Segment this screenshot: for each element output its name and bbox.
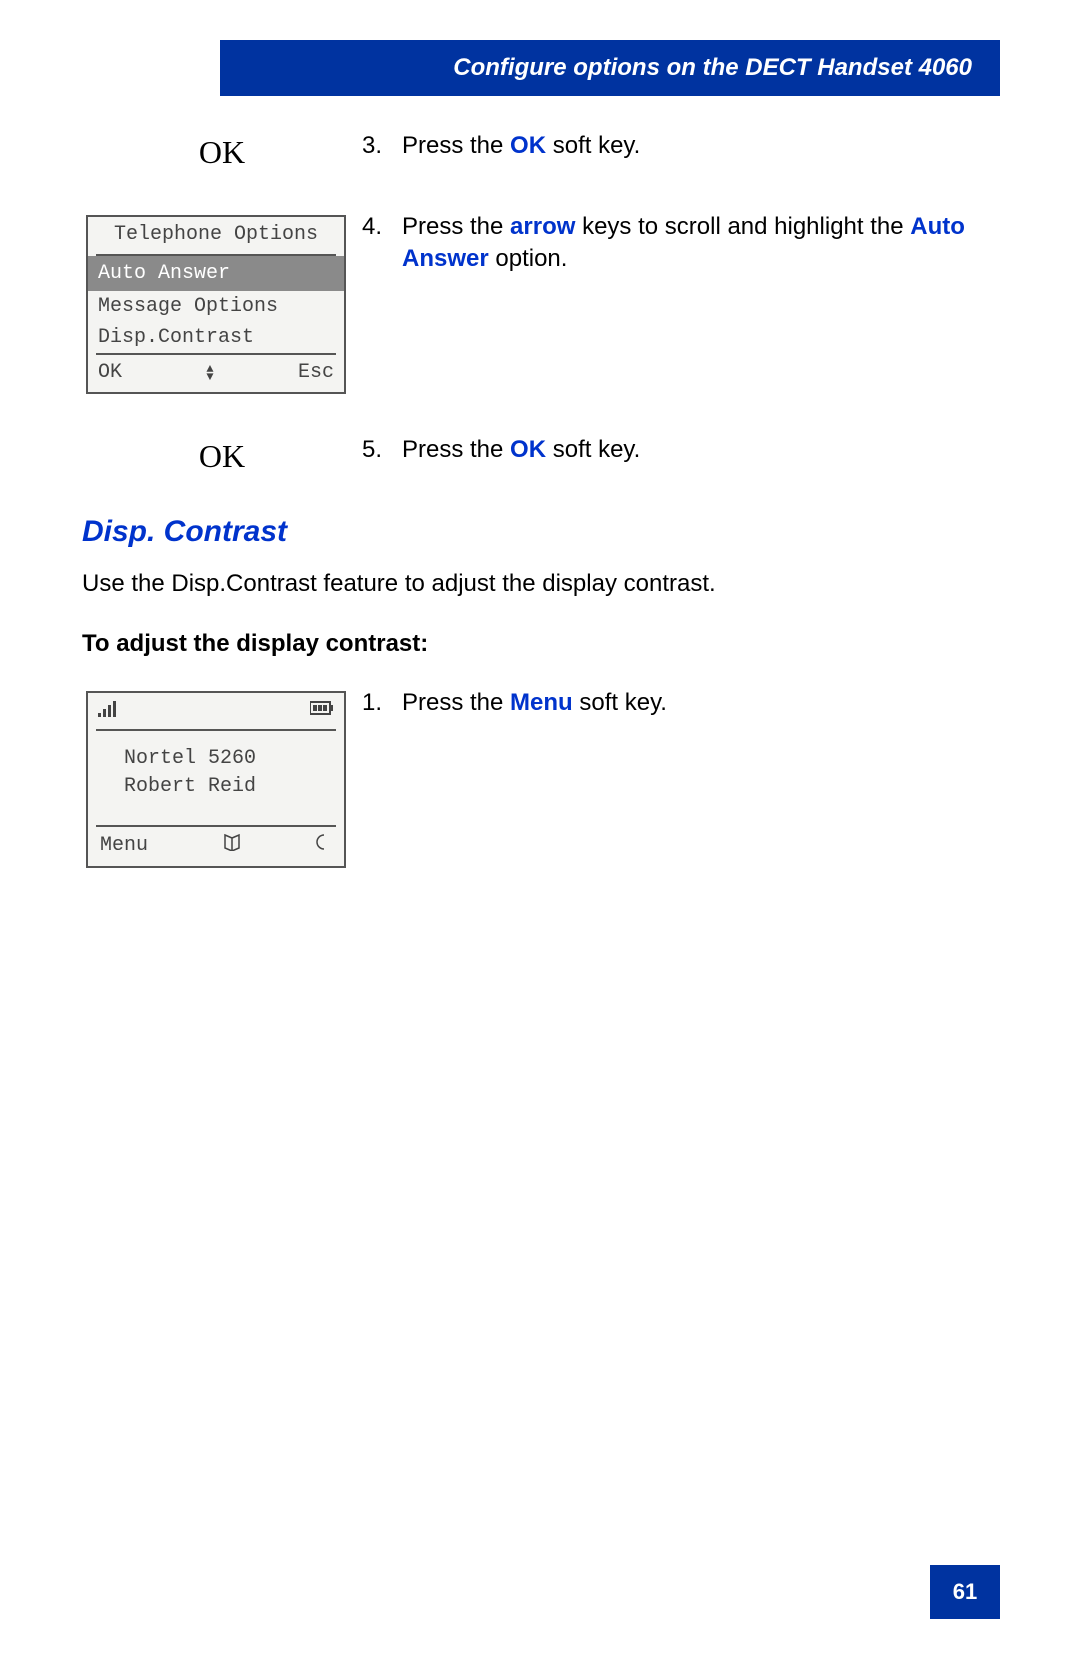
page-number: 61 <box>930 1565 1000 1619</box>
step-3-right: 3. Press the OK soft key. <box>362 130 1000 162</box>
idle-status-bar <box>88 693 344 729</box>
step-5-left: OK <box>82 434 362 475</box>
menu-selected-item: Auto Answer <box>88 256 344 291</box>
idle-line1: Nortel 5260 <box>124 745 334 773</box>
page: Configure options on the DECT Handset 40… <box>0 0 1080 1669</box>
page-header: Configure options on the DECT Handset 40… <box>220 40 1000 96</box>
ok-softkey-label: OK <box>199 438 245 475</box>
step-4-number: 4. <box>362 211 402 275</box>
step-4-row: Telephone Options Auto Answer Message Op… <box>82 211 1000 394</box>
step-5-text: Press the OK soft key. <box>402 434 1000 466</box>
handset-menu-screen: Telephone Options Auto Answer Message Op… <box>86 215 346 394</box>
step-3-left: OK <box>82 130 362 171</box>
softkey-right: Esc <box>298 361 334 384</box>
ok-softkey-label: OK <box>199 134 245 171</box>
menu-key: Menu <box>510 689 573 716</box>
step-4-left: Telephone Options Auto Answer Message Op… <box>82 211 362 394</box>
ok-key: OK <box>510 132 546 159</box>
idle-softkeys: Menu <box>88 827 344 866</box>
step-1b-text: Press the Menu soft key. <box>402 687 1000 719</box>
step-4-right: 4. Press the arrow keys to scroll and hi… <box>362 211 1000 275</box>
softkey-left: OK <box>98 361 122 384</box>
moon-icon <box>316 834 332 857</box>
signal-icon <box>98 701 118 723</box>
step-4-text: Press the arrow keys to scroll and highl… <box>402 211 1000 275</box>
step-3-text: Press the OK soft key. <box>402 130 1000 162</box>
menu-item-message-options: Message Options <box>88 291 344 322</box>
ok-key: OK <box>510 436 546 463</box>
menu-softkeys: OK ▲▼ Esc <box>88 355 344 392</box>
battery-icon <box>310 701 334 723</box>
step-1b-right: 1. Press the Menu soft key. <box>362 687 1000 719</box>
softkey-left: Menu <box>100 834 148 857</box>
menu-title: Telephone Options <box>88 217 344 254</box>
step-1b-number: 1. <box>362 687 402 719</box>
step-1b-left: Nortel 5260 Robert Reid Menu <box>82 687 362 868</box>
idle-body: Nortel 5260 Robert Reid <box>88 731 344 825</box>
book-icon <box>223 833 241 858</box>
idle-line2: Robert Reid <box>124 773 334 801</box>
step-5-number: 5. <box>362 434 402 466</box>
section-description: Use the Disp.Contrast feature to adjust … <box>82 567 1000 601</box>
step-5-row: OK 5. Press the OK soft key. <box>82 434 1000 475</box>
section-subheading: To adjust the display contrast: <box>82 627 1000 661</box>
updown-icon: ▲▼ <box>206 365 213 381</box>
content: OK 3. Press the OK soft key. Telephone O… <box>82 130 1000 1549</box>
section-heading-disp-contrast: Disp. Contrast <box>82 515 1000 549</box>
step-3-number: 3. <box>362 130 402 162</box>
step-5-right: 5. Press the OK soft key. <box>362 434 1000 466</box>
arrow-key: arrow <box>510 213 575 240</box>
step-1b-row: Nortel 5260 Robert Reid Menu <box>82 687 1000 868</box>
handset-idle-screen: Nortel 5260 Robert Reid Menu <box>86 691 346 868</box>
page-header-title: Configure options on the DECT Handset 40… <box>453 54 972 82</box>
menu-item-disp-contrast: Disp.Contrast <box>88 322 344 353</box>
step-3-row: OK 3. Press the OK soft key. <box>82 130 1000 171</box>
